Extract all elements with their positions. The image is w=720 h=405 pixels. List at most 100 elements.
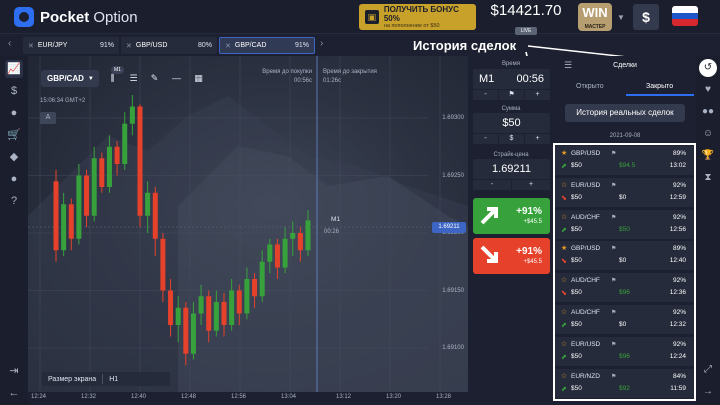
sum-minus-button[interactable]: - <box>473 134 498 144</box>
candle-body <box>137 106 143 216</box>
highlight-frame <box>553 143 696 401</box>
candle-body <box>290 233 296 239</box>
time-tick: 12:48 <box>181 394 197 400</box>
close-icon[interactable]: ✕ <box>28 42 34 50</box>
chart-canvas[interactable] <box>28 56 468 392</box>
login-icon[interactable]: ⇥ <box>5 362 23 380</box>
balance-value: $14421.70 <box>490 2 562 19</box>
time-plus-button[interactable]: + <box>525 90 550 100</box>
asset-tab-eurjpy[interactable]: ✕ EUR/JPY 91% <box>23 37 119 54</box>
bonus-subtitle: на пополнение от $50 <box>383 23 440 29</box>
price-chart[interactable]: GBP/CAD ▼ ⫼ M1 ☰ ✎ — ▦ 15:06:34 GMT+2 A В… <box>28 56 468 392</box>
candle-body <box>99 158 105 187</box>
trades-tabs: Открыто Закрыто <box>554 78 696 96</box>
close-icon[interactable]: ✕ <box>126 42 132 50</box>
pair-selector[interactable]: GBP/CAD ▼ <box>41 70 99 87</box>
arrow-down-right-icon <box>480 245 498 263</box>
logo-mark-icon <box>14 7 34 27</box>
real-history-button[interactable]: История реальных сделок <box>565 104 685 122</box>
top-bar: Pocket Option ▣ ПОЛУЧИТЬ БОНУС 50% на по… <box>0 0 720 37</box>
sum-currency-button[interactable]: $ <box>499 134 524 144</box>
chart-icon[interactable]: 📈 <box>5 60 23 78</box>
expand-right-icon[interactable]: → <box>699 383 717 401</box>
timeframe-badge: M1 <box>111 66 124 74</box>
account-type-badge: LIVE <box>514 27 538 35</box>
users-icon[interactable]: ●● <box>699 103 717 121</box>
candle-body <box>106 146 112 187</box>
chevron-left-icon[interactable]: ‹ <box>8 38 11 49</box>
candle-body <box>175 307 181 325</box>
trophy-icon[interactable]: 🏆 <box>699 147 717 165</box>
hourglass-icon[interactable]: ⧗ <box>699 169 717 187</box>
balance[interactable]: $14421.70 LIVE <box>490 2 562 37</box>
trades-date: 2021-09-08 <box>609 133 641 139</box>
bonus-button[interactable]: ▣ ПОЛУЧИТЬ БОНУС 50% на пополнение от $5… <box>359 4 476 30</box>
collapse-icon[interactable]: ← <box>5 384 23 402</box>
tab-open[interactable]: Открыто <box>576 83 604 90</box>
strike-minus-button[interactable]: - <box>473 180 511 190</box>
asset-tab-label: EUR/JPY <box>37 42 68 49</box>
price-tick: 1.69100 <box>442 345 464 351</box>
user-icon[interactable]: ● <box>5 104 23 122</box>
chat-icon[interactable]: ● <box>5 170 23 188</box>
time-tick: 12:32 <box>81 394 97 400</box>
candle-body <box>274 244 280 268</box>
sell-button[interactable]: +91% +$45.5 <box>473 238 550 274</box>
time-tick: 12:24 <box>31 394 47 400</box>
auto-scale-button[interactable]: A <box>40 112 56 124</box>
candle-body <box>305 220 311 251</box>
tab-closed[interactable]: Закрыто <box>646 83 673 90</box>
candle-body <box>213 302 219 331</box>
buy-time-info: Время до покупки 00:56с <box>262 69 312 84</box>
history-icon[interactable]: ↺ <box>699 59 717 77</box>
deposit-button[interactable]: $ <box>633 4 659 30</box>
gift-icon: ▣ <box>365 10 379 24</box>
candle-body <box>252 279 258 297</box>
time-field[interactable]: M1 00:56 <box>473 69 550 89</box>
asset-tab-gbpcad[interactable]: ✕ GBP/CAD 91% <box>219 37 315 54</box>
time-tick: 12:56 <box>231 394 247 400</box>
screen-size-control[interactable]: Размер экрана H1 <box>42 372 170 386</box>
time-steppers: - ⚑ + <box>473 90 550 100</box>
fullscreen-icon[interactable]: ⤢ <box>699 361 717 379</box>
social-icon[interactable]: ☺ <box>699 125 717 143</box>
layout-icon[interactable]: ▦ <box>190 70 207 87</box>
screen-size-value[interactable]: H1 <box>103 376 124 383</box>
sum-steppers: - $ + <box>473 134 550 144</box>
help-icon[interactable]: ? <box>5 192 23 210</box>
indicators-icon[interactable]: ☰ <box>125 70 142 87</box>
asset-tab-payout: 91% <box>294 42 309 49</box>
time-minus-button[interactable]: - <box>473 90 498 100</box>
asset-tabs-bar: ‹ ✕ EUR/JPY 91% ✕ GBP/USD 80% ✕ GBP/CAD 91% › <box>0 35 720 55</box>
diamond-icon[interactable]: ◆ <box>5 148 23 166</box>
heart-pulse-icon[interactable]: ♥ <box>699 81 717 99</box>
candle-body <box>267 244 273 262</box>
cart-icon[interactable]: 🛒 <box>5 126 23 144</box>
sum-field[interactable]: $50 <box>473 113 550 133</box>
line-tool-icon[interactable]: — <box>168 70 185 87</box>
screen-size-label: Размер экрана <box>48 375 97 383</box>
status-badge[interactable]: WIN МАСТЕР <box>578 3 612 31</box>
chart-clock: 15:06:34 GMT+2 <box>40 98 86 104</box>
chevron-down-icon[interactable]: ▼ <box>617 13 625 22</box>
strike-plus-button[interactable]: + <box>512 180 550 190</box>
language-flag-icon[interactable] <box>672 6 698 26</box>
asset-tab-gbpusd[interactable]: ✕ GBP/USD 80% <box>121 37 217 54</box>
sum-label: Сумма <box>501 106 521 112</box>
time-tick: 13:12 <box>336 394 352 400</box>
strike-field[interactable]: 1.69211 <box>473 159 550 179</box>
candle-body <box>122 123 128 164</box>
flag-icon[interactable]: ⚑ <box>499 90 524 100</box>
candle-body <box>282 238 288 268</box>
chevron-right-icon[interactable]: › <box>320 38 323 49</box>
candle-body <box>145 192 151 216</box>
price-tick: 1.69250 <box>442 173 464 179</box>
drawing-icon[interactable]: ✎ <box>146 70 163 87</box>
current-price-tag: 1.69211 <box>432 222 466 233</box>
sum-plus-button[interactable]: + <box>525 134 550 144</box>
dollar-icon[interactable]: $ <box>5 82 23 100</box>
time-tick: 12:40 <box>131 394 147 400</box>
logo[interactable]: Pocket Option <box>14 7 138 27</box>
close-icon[interactable]: ✕ <box>225 42 231 50</box>
buy-button[interactable]: +91% +$45.5 <box>473 198 550 234</box>
